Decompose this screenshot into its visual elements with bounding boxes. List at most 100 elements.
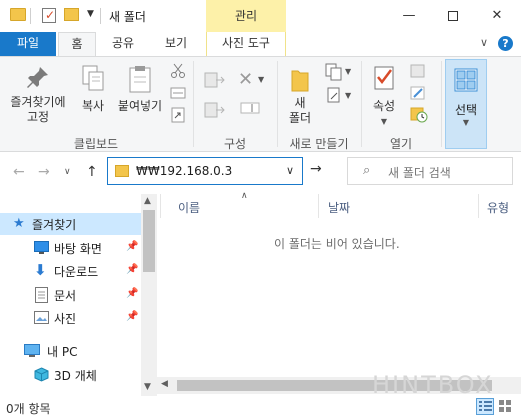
sidebar-item-this-pc[interactable]: 내 PC — [0, 340, 142, 362]
sidebar-item-label: 문서 — [54, 289, 77, 303]
desktop-icon — [34, 241, 49, 254]
sidebar-item-3d-objects[interactable]: 3D 개체 — [0, 364, 142, 386]
new-folder-button[interactable]: 새 폴더 — [282, 65, 318, 126]
maximize-button[interactable] — [430, 0, 476, 32]
sidebar-item-documents[interactable]: 문서 📌 — [0, 284, 142, 306]
column-header-name[interactable]: 이름 — [178, 199, 200, 216]
select-label: 선택 — [454, 103, 478, 117]
folder-icon — [115, 165, 129, 177]
search-box[interactable]: ⌕ 새 폴더 검색 — [347, 157, 513, 185]
star-icon: ★ — [13, 216, 25, 231]
column-header-date[interactable]: 날짜 — [328, 199, 350, 216]
details-view-icon — [479, 401, 492, 411]
window-title: 새 폴더 — [109, 10, 146, 24]
recent-locations-icon[interactable]: ∨ — [64, 167, 71, 177]
large-icons-view-icon — [499, 400, 511, 412]
scrollbar-thumb[interactable] — [143, 210, 155, 272]
tab-file[interactable]: 파일 — [0, 32, 56, 56]
close-button[interactable]: ✕ — [474, 0, 520, 32]
tab-picture-tools[interactable]: 사진 도구 — [206, 32, 286, 56]
history-icon[interactable] — [410, 107, 428, 126]
pin-icon — [27, 67, 48, 88]
paste-shortcut-icon[interactable] — [170, 107, 186, 126]
download-icon: ⬇ — [34, 261, 47, 279]
customize-toolbar-dropdown[interactable]: ▼ — [87, 9, 94, 19]
title-bar: ▼ 새 폴더 관리 — ✕ — [0, 0, 521, 32]
sidebar-item-label: 내 PC — [47, 345, 78, 359]
forward-icon[interactable]: → — [38, 164, 50, 180]
go-arrow-icon[interactable]: → — [310, 161, 322, 177]
easy-access-dropdown-icon[interactable]: ▼ — [345, 91, 351, 100]
open-icon[interactable] — [410, 63, 426, 82]
pin-icon: 📌 — [126, 264, 139, 275]
divider — [441, 61, 442, 147]
paste-button[interactable]: 붙여넣기 — [114, 65, 166, 114]
new-folder-quick-icon[interactable] — [64, 8, 79, 21]
properties-quick-icon[interactable] — [42, 8, 56, 23]
new-item-dropdown-icon[interactable]: ▼ — [345, 67, 351, 76]
move-to-icon[interactable] — [204, 71, 226, 92]
tab-home[interactable]: 홈 — [58, 32, 96, 57]
sidebar-item-label: 바탕 화면 — [54, 242, 102, 256]
divider — [30, 8, 31, 24]
back-icon[interactable]: ← — [13, 164, 25, 180]
cut-icon[interactable] — [170, 63, 186, 82]
sidebar-item-downloads[interactable]: ⬇ 다운로드 📌 — [0, 260, 142, 282]
help-icon[interactable]: ? — [498, 36, 513, 51]
copy-button[interactable]: 복사 — [76, 65, 110, 114]
scroll-down-icon[interactable]: ▼ — [144, 382, 151, 392]
properties-label: 속성 — [372, 99, 396, 113]
column-header-type[interactable]: 유형 — [487, 199, 509, 216]
delete-icon[interactable]: ✕ — [238, 69, 253, 90]
empty-folder-message: 이 폴더는 비어 있습니다. — [274, 237, 400, 251]
scroll-up-icon[interactable]: ▲ — [144, 196, 151, 206]
sidebar-item-pictures[interactable]: 사진 📌 — [0, 307, 142, 329]
divider — [160, 194, 161, 218]
divider — [100, 8, 101, 24]
new-group-label: 새로 만들기 — [289, 137, 349, 151]
open-group-label: 열기 — [389, 137, 413, 151]
collapse-ribbon-chevron-icon[interactable]: ∨ — [480, 36, 488, 49]
address-bar[interactable]: ₩₩192.168.0.3 ∨ — [107, 157, 303, 185]
address-dropdown-icon[interactable]: ∨ — [286, 164, 294, 177]
new-item-icon[interactable] — [325, 63, 345, 84]
scroll-left-icon[interactable]: ◀ — [161, 379, 168, 389]
pin-icon: 📌 — [126, 311, 139, 322]
pin-icon: 📌 — [126, 288, 139, 299]
cube-icon — [34, 367, 49, 382]
properties-icon — [374, 66, 394, 90]
pin-label: 즐겨찾기에 고정 — [10, 95, 66, 124]
ribbon: 즐겨찾기에 고정 복사 붙여넣기 클립보드 ✕ ▼ 구성 새 폴더 ▼ ▼ 새로… — [0, 56, 521, 152]
copy-to-icon[interactable] — [204, 101, 226, 122]
large-icons-view-button[interactable] — [497, 398, 515, 415]
properties-button[interactable]: 속성 ▼ — [366, 65, 402, 129]
sidebar-scrollbar[interactable]: ▲ ▼ — [141, 194, 157, 396]
delete-dropdown-icon[interactable]: ▼ — [258, 75, 264, 84]
tab-view[interactable]: 보기 — [156, 32, 196, 56]
sidebar-item-quick-access[interactable]: ★ 즐겨찾기 — [0, 213, 142, 235]
navigation-pane: ★ 즐겨찾기 바탕 화면 📌 ⬇ 다운로드 📌 문서 📌 사진 📌 내 PC 3… — [0, 194, 157, 396]
item-count: 0개 항목 — [6, 402, 51, 416]
sidebar-item-label: 즐겨찾기 — [32, 218, 77, 232]
copy-path-icon[interactable] — [170, 85, 186, 104]
sort-ascending-icon: ∧ — [241, 191, 248, 201]
up-icon[interactable]: ↑ — [86, 164, 98, 180]
paste-icon — [129, 66, 151, 93]
organize-group-label: 구성 — [223, 137, 247, 151]
copy-icon — [82, 65, 104, 91]
rename-icon[interactable] — [240, 101, 260, 118]
divider — [318, 194, 319, 218]
address-text[interactable]: ₩₩192.168.0.3 — [136, 164, 232, 178]
tab-share[interactable]: 공유 — [104, 32, 142, 56]
easy-access-icon[interactable] — [325, 87, 345, 108]
sidebar-item-label: 다운로드 — [54, 265, 99, 279]
edit-icon[interactable] — [410, 85, 426, 104]
minimize-button[interactable]: — — [386, 0, 432, 32]
details-view-button[interactable] — [476, 398, 494, 415]
select-button[interactable]: 선택 ▼ — [445, 59, 487, 149]
pin-quick-access-button[interactable]: 즐겨찾기에 고정 — [6, 65, 70, 125]
folder-icon — [10, 8, 26, 21]
sidebar-item-desktop[interactable]: 바탕 화면 📌 — [0, 237, 142, 259]
context-tab-header: 관리 — [206, 0, 286, 32]
properties-dropdown-icon[interactable]: ▼ — [366, 114, 402, 129]
